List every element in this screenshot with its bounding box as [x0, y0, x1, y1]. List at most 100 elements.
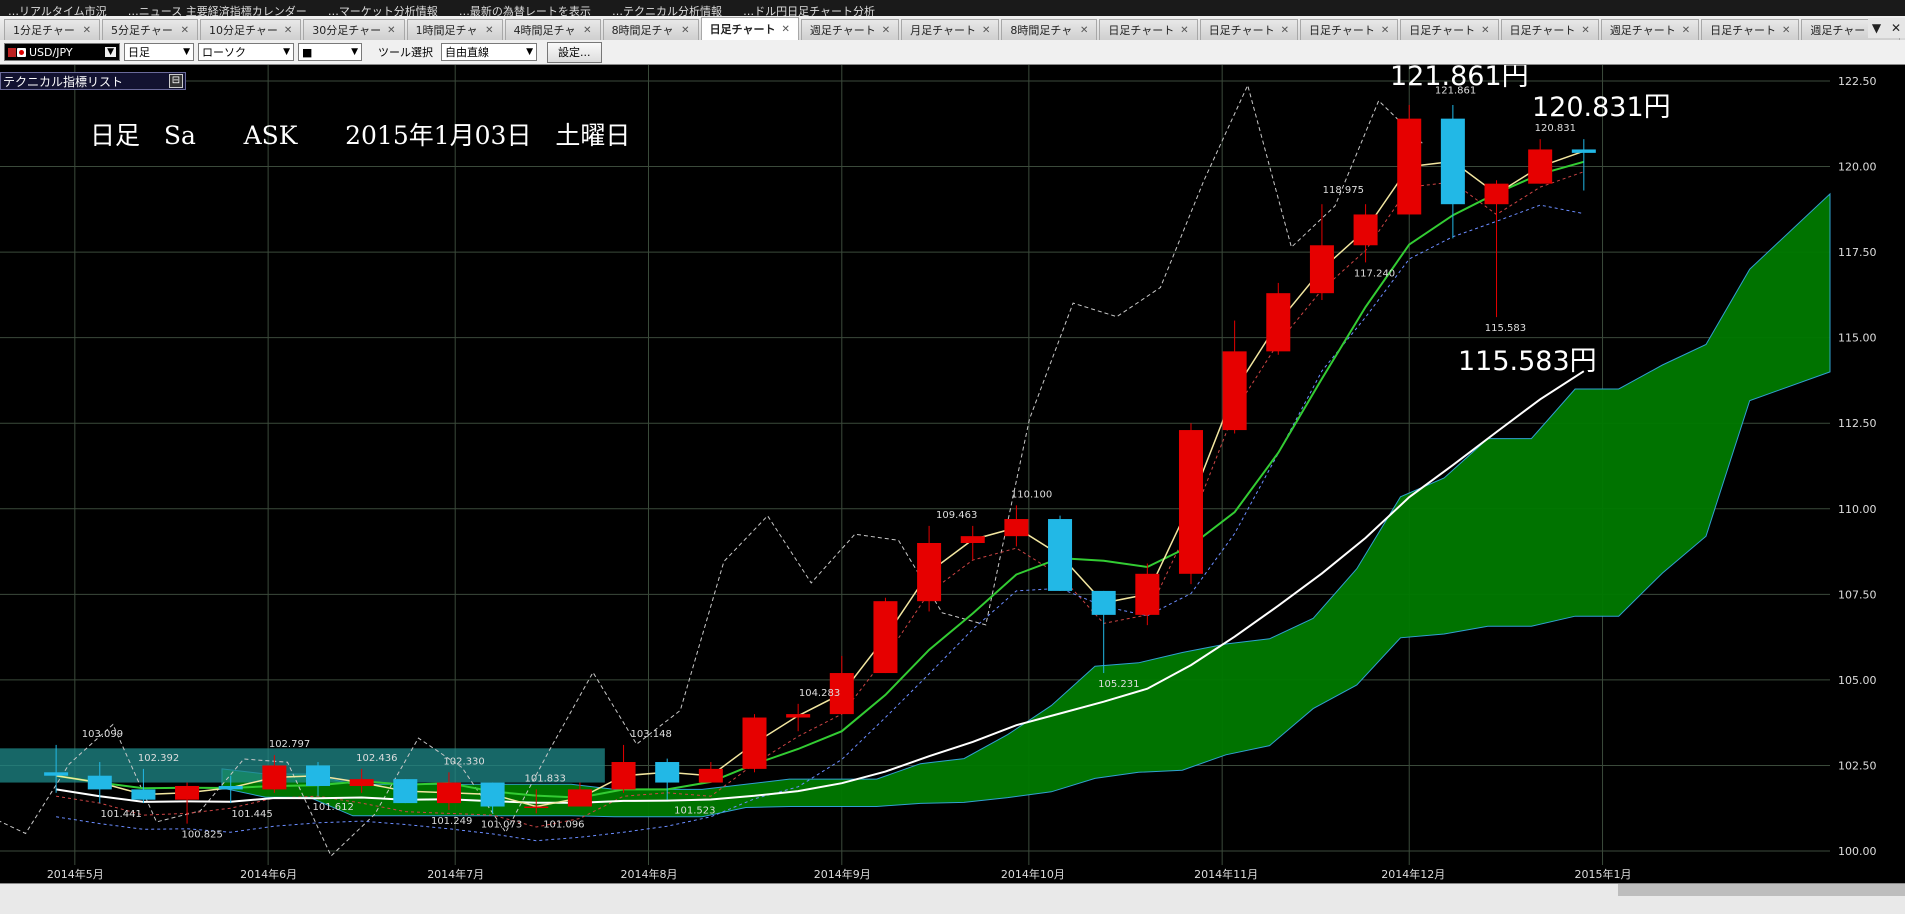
chart-type-select[interactable]: ローソク ▼ — [198, 43, 294, 61]
tab-3[interactable]: 30分足チャー ✕ — [303, 19, 405, 40]
y-tick-label: 122.50 — [1838, 75, 1877, 88]
tab-5[interactable]: 4時間足チャ ✕ — [504, 19, 601, 40]
tab-11[interactable]: 日足チャート ✕ — [1099, 19, 1198, 40]
chevron-down-icon: ▼ — [283, 47, 290, 57]
symbol-label: USD/JPY — [29, 45, 73, 59]
collapse-icon[interactable]: ⊟ — [169, 74, 183, 88]
close-tab-icon[interactable]: ✕ — [387, 25, 395, 36]
price-label: 102.797 — [269, 739, 310, 750]
tab-13[interactable]: 日足チャート ✕ — [1299, 19, 1399, 40]
top-strip-item: …マーケット分析情報 — [327, 5, 438, 16]
close-tab-icon[interactable]: ✕ — [781, 24, 789, 35]
close-tab-icon[interactable]: ✕ — [1281, 25, 1289, 36]
close-tab-icon[interactable]: ✕ — [882, 25, 890, 36]
jpy-flag-icon — [17, 47, 26, 57]
candle-body — [1571, 149, 1596, 153]
close-tab-icon[interactable]: ✕ — [1080, 25, 1088, 36]
tab-label: 週足チャート — [1609, 24, 1676, 37]
candle-body — [698, 768, 723, 783]
price-label: 110.100 — [1011, 489, 1052, 500]
candle-body — [917, 543, 942, 602]
candle-body — [1528, 149, 1553, 184]
info-name: Sa — [163, 121, 196, 150]
tab-list-dropdown-icon[interactable]: ▼ — [1872, 21, 1881, 35]
close-tab-icon[interactable]: ✕ — [1782, 25, 1790, 36]
tab-label: 日足チャート — [1208, 24, 1275, 37]
close-tab-icon[interactable]: ✕ — [83, 25, 91, 36]
tab-2[interactable]: 10分足チャー ✕ — [200, 19, 302, 40]
close-tab-icon[interactable]: ✕ — [1581, 25, 1589, 36]
tab-10[interactable]: 8時間足チャ ✕ — [1001, 19, 1098, 40]
x-tick-label: 2014年7月 — [427, 867, 484, 881]
price-label: 102.330 — [443, 756, 484, 767]
candle-body — [1309, 245, 1334, 294]
y-tick-label: 120.00 — [1838, 161, 1877, 174]
info-date: 2015年1月03日 — [345, 121, 532, 150]
price-label: 103.148 — [630, 729, 671, 740]
candle-body — [1266, 293, 1291, 352]
tab-1[interactable]: 5分足チャー ✕ — [102, 19, 198, 40]
tool-select-label: ツール選択 — [378, 46, 433, 59]
drawing-tool-select[interactable]: 自由直線 ▼ — [441, 43, 537, 61]
settings-button[interactable]: 設定... — [547, 41, 602, 63]
price-label: 101.073 — [481, 819, 522, 830]
x-tick-label: 2014年9月 — [814, 867, 871, 881]
candle-body — [349, 779, 374, 786]
annotation-high: 121.861円 — [1390, 65, 1529, 92]
horizontal-scrollbar-thumb[interactable] — [1618, 884, 1905, 896]
close-tab-icon[interactable]: ✕ — [485, 25, 493, 36]
close-tab-icon[interactable]: ✕ — [982, 25, 990, 36]
candle-body — [1004, 519, 1029, 537]
price-label: 101.612 — [312, 802, 353, 813]
y-tick-label: 112.50 — [1838, 417, 1877, 430]
symbol-select[interactable]: USD/JPY ▼ — [4, 43, 120, 61]
tab-14[interactable]: 日足チャート ✕ — [1400, 19, 1499, 40]
top-strip-item: …ニュース 主要経済指標カレンダー — [127, 5, 307, 16]
tab-label: 4時間足チャ — [513, 24, 576, 37]
tab-7[interactable]: 日足チャート ✕ — [700, 17, 799, 40]
top-strip-item: …ドル円日足チャート分析 — [743, 5, 875, 16]
tab-6[interactable]: 8時間足チャ ✕ — [602, 19, 699, 40]
tab-label: 月足チャート — [910, 24, 977, 37]
tab-label: 週足チャート — [809, 24, 876, 37]
top-info-strip: …リアルタイム市況 …ニュース 主要経済指標カレンダー …マーケット分析情報 …… — [0, 0, 1905, 16]
tab-17[interactable]: 日足チャート ✕ — [1701, 19, 1800, 40]
chevron-down-icon: ▼ — [105, 47, 116, 57]
candle-body — [1353, 214, 1378, 246]
close-tab-icon[interactable]: ✕ — [681, 25, 689, 36]
tab-label: 日足チャート — [1409, 24, 1476, 37]
color-mode-select[interactable]: ■ ▼ — [298, 43, 362, 61]
close-tab-icon[interactable]: ✕ — [181, 25, 189, 36]
candle-body — [436, 782, 461, 804]
close-tab-icon[interactable]: ✕ — [1481, 25, 1489, 36]
close-tab-icon[interactable]: ✕ — [1682, 25, 1690, 36]
tab-16[interactable]: 週足チャート ✕ — [1600, 19, 1700, 40]
close-tab-icon[interactable]: ✕ — [583, 25, 591, 36]
chart-type-value: ローソク — [202, 46, 246, 59]
technical-indicator-list[interactable]: テクニカル指標リスト ⊟ — [0, 72, 186, 90]
close-tab-icon[interactable]: ✕ — [1180, 25, 1188, 36]
x-tick-label: 2014年5月 — [47, 867, 104, 881]
chart-area[interactable]: 122.50 120.00 117.50 115.00 112.50 110.00 107.… — [0, 65, 1905, 903]
candle-body — [306, 765, 331, 786]
tab-4[interactable]: 1時間足チャ ✕ — [406, 19, 503, 40]
close-window-icon[interactable]: ✕ — [1891, 21, 1901, 35]
tab-0[interactable]: 1分足チャー ✕ — [4, 19, 100, 40]
timeframe-select[interactable]: 日足 ▼ — [124, 43, 194, 61]
tab-label: 1分足チャー — [13, 24, 75, 37]
tab-label: 日足チャート — [1308, 24, 1375, 37]
price-label: 120.831 — [1535, 123, 1576, 134]
tab-15[interactable]: 日足チャート ✕ — [1500, 19, 1599, 40]
close-tab-icon[interactable]: ✕ — [1381, 25, 1389, 36]
price-label: 103.099 — [82, 729, 123, 740]
x-tick-label: 2015年1月 — [1575, 867, 1632, 881]
close-tab-icon[interactable]: ✕ — [284, 25, 292, 36]
tab-12[interactable]: 日足チャート ✕ — [1199, 19, 1298, 40]
top-strip-item: …最新の為替レートを表示 — [458, 5, 591, 16]
symbol-select-value: USD/JPY — [8, 46, 73, 59]
candle-body — [1091, 590, 1116, 615]
tab-9[interactable]: 月足チャート ✕ — [901, 19, 1000, 40]
price-label: 102.436 — [356, 753, 397, 764]
tab-8[interactable]: 週足チャート ✕ — [800, 19, 900, 40]
price-chart[interactable]: 122.50 120.00 117.50 115.00 112.50 110.00 107.… — [0, 65, 1905, 883]
